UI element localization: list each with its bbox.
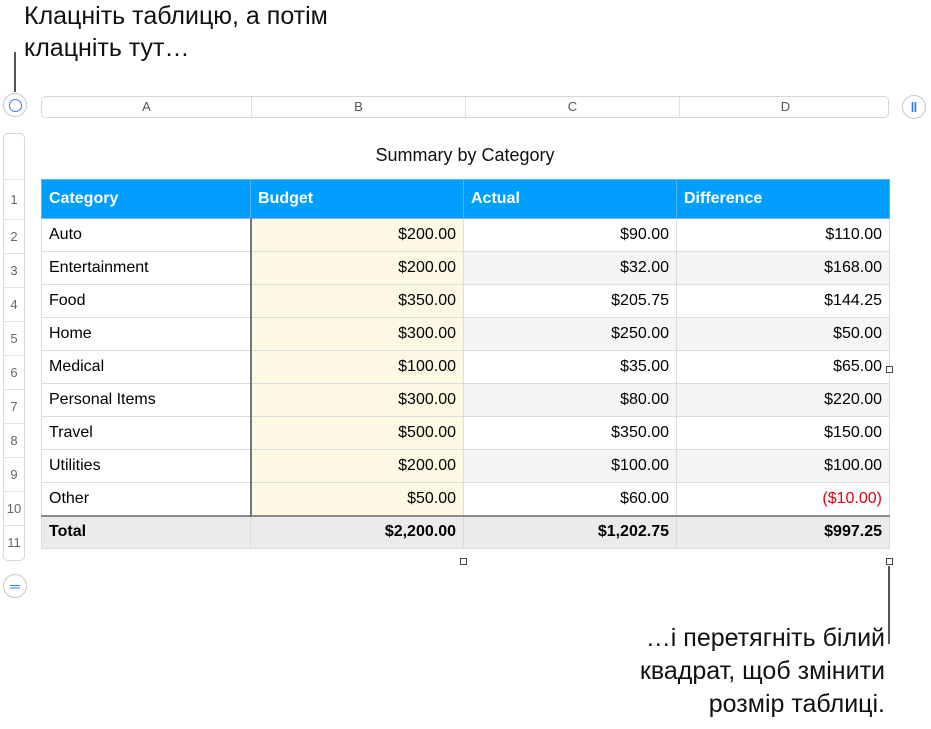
actual-cell[interactable]: $32.00 [463, 251, 677, 285]
category-cell[interactable]: Other [41, 482, 252, 516]
callout-bottom: …і перетягніть білий квадрат, щоб змінит… [640, 622, 885, 721]
row-header[interactable]: 9 [4, 457, 24, 491]
total-actual[interactable]: $1,202.75 [463, 514, 677, 549]
difference-cell[interactable]: $65.00 [676, 350, 890, 384]
table-row: Food $350.00 $205.75 $144.25 [41, 284, 890, 318]
difference-cell[interactable]: $50.00 [676, 317, 890, 351]
category-cell[interactable]: Medical [41, 350, 252, 384]
budget-cell[interactable]: $350.00 [250, 284, 464, 318]
total-difference[interactable]: $997.25 [676, 514, 890, 549]
table-row: Utilities $200.00 $100.00 $100.00 [41, 449, 890, 483]
total-label[interactable]: Total [41, 514, 251, 549]
actual-cell[interactable]: $100.00 [463, 449, 677, 483]
difference-cell[interactable]: $150.00 [676, 416, 890, 450]
callout-line: клацніть тут… [24, 34, 190, 62]
header-cell[interactable]: Budget [250, 179, 464, 219]
category-cell[interactable]: Auto [41, 218, 252, 252]
table-header-row: Category Budget Actual Difference [41, 179, 890, 219]
actual-cell[interactable]: $205.75 [463, 284, 677, 318]
category-cell[interactable]: Personal Items [41, 383, 252, 417]
row-header[interactable]: 7 [4, 389, 24, 423]
difference-cell[interactable]: $168.00 [676, 251, 890, 285]
actual-cell[interactable]: $90.00 [463, 218, 677, 252]
row-header[interactable]: 5 [4, 321, 24, 355]
table-row: Travel $500.00 $350.00 $150.00 [41, 416, 890, 450]
summary-table[interactable]: Category Budget Actual Difference Auto $2… [41, 179, 890, 549]
resize-handle-corner[interactable] [886, 558, 893, 565]
table-title[interactable]: Summary by Category [41, 145, 889, 166]
budget-cell[interactable]: $200.00 [250, 218, 464, 252]
callout-top: Клацніть таблицю, а потім клацніть тут… [24, 0, 328, 64]
row-header[interactable]: 8 [4, 423, 24, 457]
table-row: Medical $100.00 $35.00 $65.00 [41, 350, 890, 384]
header-cell[interactable]: Category [41, 179, 251, 219]
table-row: Auto $200.00 $90.00 $110.00 [41, 218, 890, 252]
budget-cell[interactable]: $500.00 [250, 416, 464, 450]
actual-cell[interactable]: $80.00 [463, 383, 677, 417]
circle-icon [8, 98, 22, 112]
callout-leader-line [888, 566, 890, 644]
resize-handle-right[interactable] [886, 366, 893, 373]
row-handle-icon: ═ [10, 578, 20, 594]
column-header-c[interactable]: C [466, 97, 680, 117]
add-row-button[interactable]: ═ [3, 574, 27, 598]
column-header-b[interactable]: B [252, 97, 466, 117]
actual-cell[interactable]: $350.00 [463, 416, 677, 450]
actual-cell[interactable]: $60.00 [463, 482, 677, 516]
row-header[interactable]: 10 [4, 491, 24, 525]
actual-cell[interactable]: $250.00 [463, 317, 677, 351]
row-header[interactable]: 4 [4, 287, 24, 321]
difference-cell[interactable]: $100.00 [676, 449, 890, 483]
difference-cell[interactable]: ($10.00) [676, 482, 890, 516]
callout-line: …і перетягніть білий [645, 624, 885, 652]
budget-cell[interactable]: $200.00 [250, 251, 464, 285]
category-cell[interactable]: Travel [41, 416, 252, 450]
header-cell[interactable]: Actual [463, 179, 677, 219]
header-cell[interactable]: Difference [676, 179, 890, 219]
select-table-button[interactable] [3, 93, 27, 117]
resize-handle-bottom[interactable] [460, 558, 467, 565]
budget-cell[interactable]: $300.00 [250, 383, 464, 417]
add-column-button[interactable]: ǁ [902, 95, 926, 119]
total-budget[interactable]: $2,200.00 [250, 514, 464, 549]
category-cell[interactable]: Home [41, 317, 252, 351]
budget-cell[interactable]: $50.00 [250, 482, 464, 516]
difference-cell[interactable]: $110.00 [676, 218, 890, 252]
row-header[interactable]: 3 [4, 253, 24, 287]
budget-cell[interactable]: $300.00 [250, 317, 464, 351]
budget-cell[interactable]: $200.00 [250, 449, 464, 483]
callout-line: розмір таблиці. [708, 690, 885, 718]
difference-cell[interactable]: $144.25 [676, 284, 890, 318]
row-header[interactable]: 11 [4, 525, 24, 559]
column-header-d[interactable]: D [680, 97, 891, 117]
table-row: Other $50.00 $60.00 ($10.00) [41, 482, 890, 516]
budget-cell[interactable]: $100.00 [250, 350, 464, 384]
column-header-bar[interactable]: A B C D [41, 96, 889, 118]
total-row: Total $2,200.00 $1,202.75 $997.25 [41, 514, 890, 549]
row-header[interactable]: 1 [4, 179, 24, 219]
category-cell[interactable]: Entertainment [41, 251, 252, 285]
row-header[interactable]: 2 [4, 219, 24, 253]
table-row: Personal Items $300.00 $80.00 $220.00 [41, 383, 890, 417]
row-header[interactable]: 6 [4, 355, 24, 389]
actual-cell[interactable]: $35.00 [463, 350, 677, 384]
callout-line: квадрат, щоб змінити [639, 657, 885, 685]
column-header-a[interactable]: A [42, 97, 252, 117]
callout-leader-line [14, 52, 16, 92]
callout-line: Клацніть таблицю, а потім [24, 2, 328, 30]
table-row: Entertainment $200.00 $32.00 $168.00 [41, 251, 890, 285]
column-handle-icon: ǁ [910, 99, 918, 115]
table-row: Home $300.00 $250.00 $50.00 [41, 317, 890, 351]
row-header-bar[interactable]: 1 2 3 4 5 6 7 8 9 10 11 [3, 133, 25, 561]
category-cell[interactable]: Utilities [41, 449, 252, 483]
difference-cell[interactable]: $220.00 [676, 383, 890, 417]
category-cell[interactable]: Food [41, 284, 252, 318]
